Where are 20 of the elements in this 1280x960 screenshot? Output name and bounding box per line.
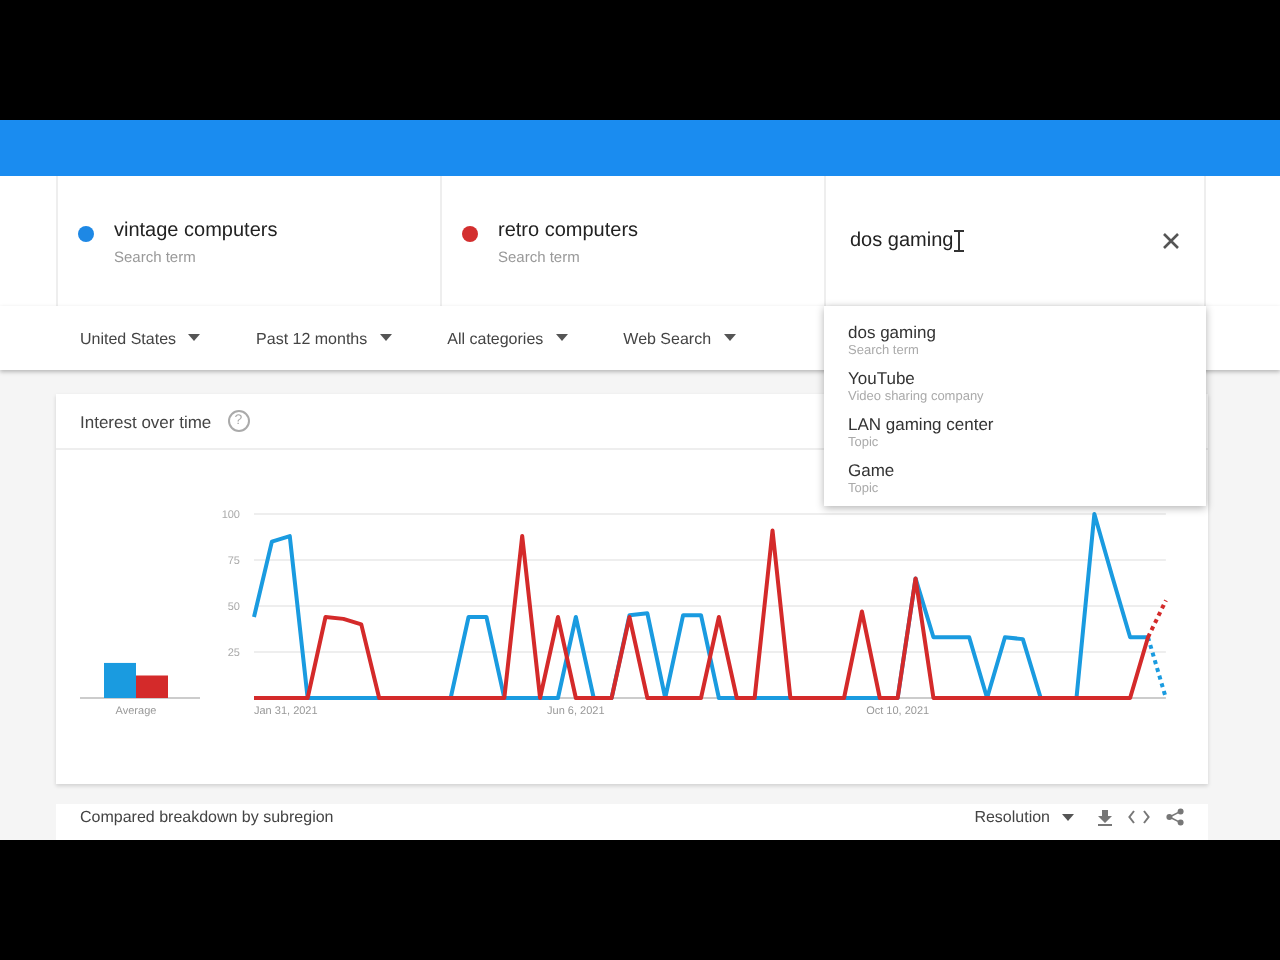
filter-dropdown[interactable]: Web Search: [607, 323, 752, 353]
caret-icon: [1062, 813, 1074, 821]
embed-icon[interactable]: [1128, 810, 1150, 824]
filter-dropdown[interactable]: All categories: [431, 323, 584, 353]
share-icon[interactable]: [1166, 808, 1184, 826]
term-label: vintage computers: [114, 220, 278, 242]
caret-icon: [188, 334, 201, 342]
search-field[interactable]: dos gaming: [850, 230, 964, 252]
text-cursor-icon: [953, 230, 964, 252]
card-title: Interest over time: [80, 411, 212, 431]
close-icon[interactable]: [1162, 232, 1180, 250]
caret-icon: [555, 334, 568, 342]
download-icon[interactable]: [1098, 809, 1112, 825]
caret-icon: [379, 334, 392, 342]
resolution-dropdown[interactable]: Resolution: [966, 808, 1082, 826]
term-label: retro computers: [498, 220, 639, 242]
caret-icon: [723, 334, 736, 342]
filter-dropdown[interactable]: United States: [64, 323, 217, 353]
card-title: Compared breakdown by subregion: [80, 808, 334, 826]
filter-dropdown[interactable]: Past 12 months: [240, 323, 408, 353]
